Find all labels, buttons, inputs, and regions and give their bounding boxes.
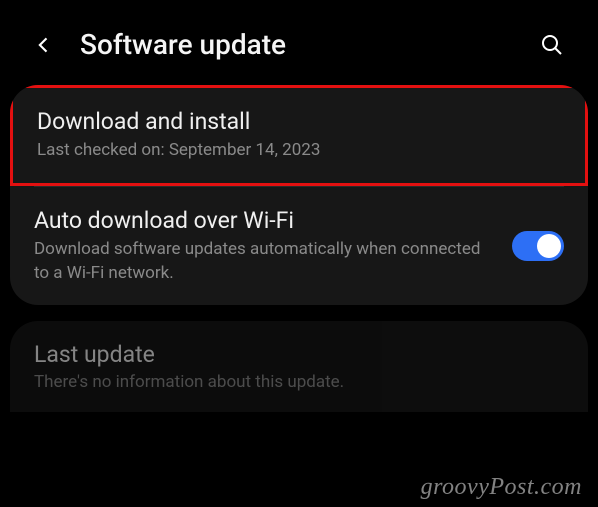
download-install-subtitle: Last checked on: September 14, 2023 — [37, 139, 561, 163]
watermark: groovyPost.com — [421, 474, 582, 501]
back-icon[interactable] — [32, 33, 56, 57]
last-update-subtitle: There's no information about this update… — [34, 372, 564, 392]
download-install-item[interactable]: Download and install Last checked on: Se… — [10, 85, 588, 186]
header: Software update — [0, 0, 598, 85]
search-icon[interactable] — [538, 31, 566, 59]
last-update-card[interactable]: Last update There's no information about… — [10, 321, 588, 412]
auto-download-toggle[interactable] — [512, 231, 564, 261]
last-update-title: Last update — [34, 341, 564, 368]
page-title: Software update — [80, 28, 514, 61]
settings-card: Download and install Last checked on: Se… — [10, 85, 588, 305]
auto-download-title: Auto download over Wi-Fi — [34, 207, 496, 234]
auto-download-subtitle: Download software updates automatically … — [34, 238, 496, 286]
download-install-title: Download and install — [37, 108, 561, 135]
auto-download-item[interactable]: Auto download over Wi-Fi Download softwa… — [10, 187, 588, 306]
